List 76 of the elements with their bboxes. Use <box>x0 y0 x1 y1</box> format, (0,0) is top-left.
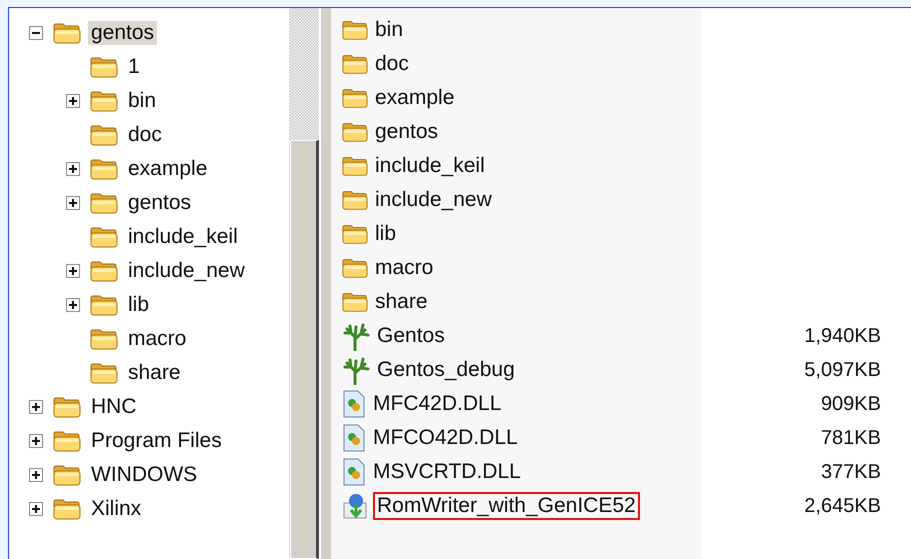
file-name[interactable]: bin <box>371 16 408 44</box>
folder-icon <box>341 120 369 144</box>
folder-icon <box>341 222 369 246</box>
folder-name[interactable]: HNC <box>88 395 140 419</box>
folder-icon <box>89 293 119 317</box>
file-name[interactable]: example <box>371 84 458 112</box>
file-name[interactable]: Gentos <box>373 322 449 350</box>
file-name[interactable]: share <box>371 288 432 316</box>
folder-name[interactable]: share <box>125 361 184 385</box>
expand-icon[interactable] <box>29 468 43 482</box>
expand-icon[interactable] <box>29 502 43 516</box>
folder-icon <box>89 327 119 351</box>
file-name[interactable]: include_new <box>371 186 496 214</box>
expand-icon[interactable] <box>66 298 80 312</box>
folder-icon <box>89 361 119 385</box>
file-size: 1,940KB <box>804 324 881 348</box>
folder-icon <box>89 123 119 147</box>
expand-icon[interactable] <box>29 400 43 414</box>
file-name[interactable]: MFC42D.DLL <box>369 390 506 418</box>
tree-icon <box>341 321 371 351</box>
file-name[interactable]: gentos <box>371 118 442 146</box>
folder-icon <box>52 395 82 419</box>
expand-icon[interactable] <box>66 94 80 108</box>
folder-icon <box>89 55 119 79</box>
folder-name[interactable]: gentos <box>88 21 158 45</box>
expand-icon[interactable] <box>66 196 80 210</box>
file-size: 781KB <box>820 426 881 450</box>
expand-icon[interactable] <box>66 162 80 176</box>
folder-name[interactable]: doc <box>125 123 165 147</box>
folder-icon <box>89 225 119 249</box>
file-name[interactable]: Gentos_debug <box>373 356 519 384</box>
folder-name[interactable]: Xilinx <box>88 497 144 521</box>
expand-icon[interactable] <box>66 264 80 278</box>
folder-name[interactable]: macro <box>125 327 190 351</box>
folder-icon <box>89 157 119 181</box>
tree-icon <box>341 355 371 385</box>
expand-icon[interactable] <box>29 434 43 448</box>
file-name[interactable]: include_keil <box>371 152 489 180</box>
folder-icon <box>341 188 369 212</box>
vertical-scrollbar[interactable] <box>289 8 319 559</box>
file-name[interactable]: lib <box>371 220 400 248</box>
file-name[interactable]: MSVCRTD.DLL <box>369 458 525 486</box>
file-size: 5,097KB <box>804 358 881 382</box>
dll-file-icon <box>341 389 367 419</box>
folder-icon <box>52 429 82 453</box>
folder-name[interactable]: bin <box>125 89 160 113</box>
folder-name[interactable]: Program Files <box>88 429 225 453</box>
folder-name[interactable]: WINDOWS <box>88 463 200 487</box>
folder-icon <box>52 463 82 487</box>
folder-icon <box>89 89 119 113</box>
collapse-icon[interactable] <box>29 26 43 40</box>
folder-icon <box>341 256 369 280</box>
folder-name[interactable]: include_keil <box>125 225 241 249</box>
file-name[interactable]: RomWriter_with_GenICE52 <box>373 492 640 520</box>
file-name[interactable]: doc <box>371 50 413 78</box>
folder-icon <box>89 191 119 215</box>
folder-name[interactable]: lib <box>125 293 152 317</box>
folder-icon <box>89 259 119 283</box>
folder-icon <box>341 290 369 314</box>
dll-file-icon <box>341 457 367 487</box>
file-size: 2,645KB <box>804 494 881 518</box>
file-name[interactable]: MFCO42D.DLL <box>369 424 522 452</box>
folder-icon <box>341 18 369 42</box>
folder-icon <box>52 497 82 521</box>
folder-icon <box>341 86 369 110</box>
folder-name[interactable]: example <box>125 157 210 181</box>
folder-name[interactable]: 1 <box>125 55 143 79</box>
folder-icon <box>341 154 369 178</box>
file-name[interactable]: macro <box>371 254 438 282</box>
file-size: 377KB <box>820 460 881 484</box>
folder-icon <box>52 21 82 45</box>
folder-name[interactable]: include_new <box>125 259 248 283</box>
dll-file-icon <box>341 423 367 453</box>
file-size: 909KB <box>820 392 881 416</box>
folder-icon <box>341 52 369 76</box>
folder-name[interactable]: gentos <box>125 191 194 215</box>
